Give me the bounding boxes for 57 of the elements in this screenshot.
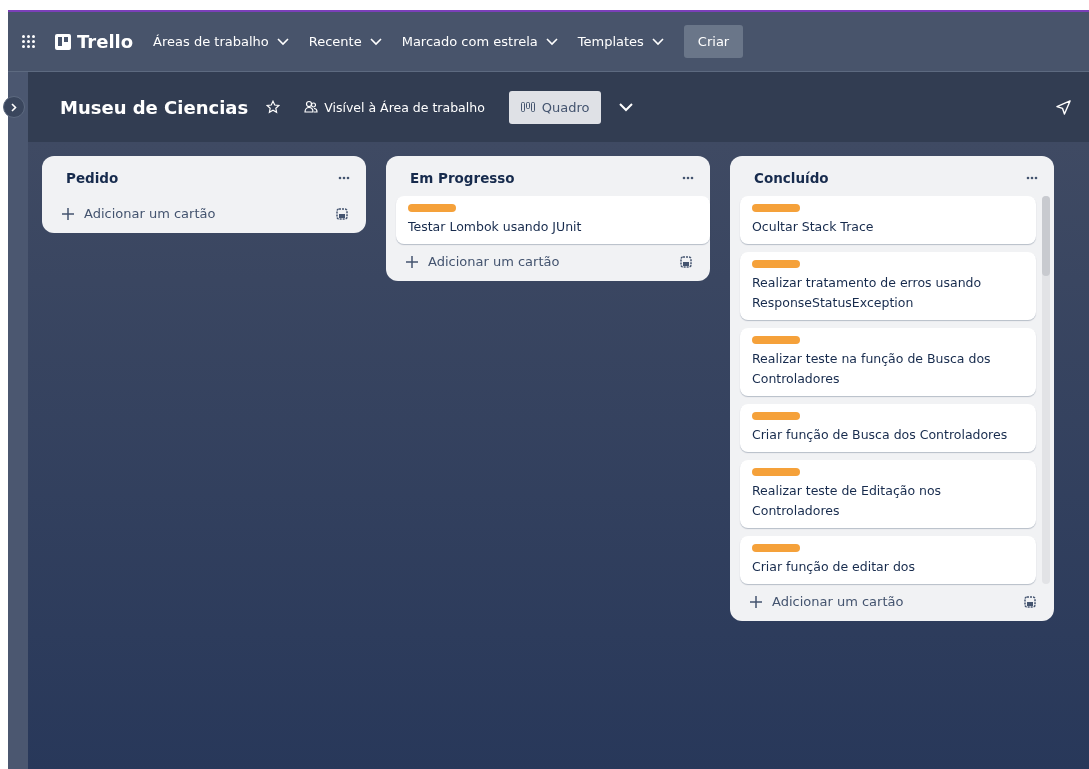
card-title: Realizar tratamento de erros usando ResponseStatusException	[752, 274, 983, 312]
plus-icon	[406, 255, 418, 268]
task-card[interactable]: Testar Lombok usando JUnit	[396, 196, 710, 244]
nav-menu[interactable]: Marcado com estrela	[401, 34, 558, 49]
nav-menu[interactable]: Recente	[308, 34, 382, 49]
card-label	[752, 336, 800, 344]
card-title: Ocultar Stack Trace	[752, 218, 875, 236]
board-icon	[520, 102, 535, 112]
add-card-button[interactable]: Adicionar um cartão	[62, 206, 216, 221]
card-title: Realizar teste de Editação nos Controladores	[752, 482, 943, 520]
board-title[interactable]: Museu de Ciencias	[60, 96, 249, 118]
card-label	[408, 204, 456, 212]
card-label	[752, 260, 800, 268]
create-button[interactable]: Criar	[683, 25, 744, 58]
chevron-down-icon	[369, 37, 382, 46]
card-template-icon[interactable]	[680, 255, 692, 268]
expand-sidebar-icon[interactable]	[3, 96, 25, 118]
chevron-down-icon	[545, 37, 558, 46]
plus-icon	[750, 595, 762, 608]
add-card-button[interactable]: Adicionar um cartão	[750, 594, 904, 609]
card-template-icon[interactable]	[1024, 595, 1036, 608]
list-title[interactable]: Concluído	[754, 170, 829, 186]
task-card[interactable]: Realizar teste de Editação nos Controladores	[740, 460, 1036, 528]
card-title: Criar função de Busca dos Controladores	[752, 426, 1009, 444]
more-options-icon[interactable]	[682, 176, 694, 180]
card-title: Realizar teste na função de Busca dos Controladores	[752, 350, 992, 388]
card-label	[752, 468, 800, 476]
plus-icon	[62, 207, 74, 220]
task-card[interactable]: Realizar teste na função de Busca dos Controladores	[740, 328, 1036, 396]
task-card[interactable]: Ocultar Stack Trace	[740, 196, 1036, 244]
add-card-button[interactable]: Adicionar um cartão	[406, 254, 560, 269]
star-icon[interactable]	[266, 100, 281, 114]
visibility-button[interactable]: Visível à Área de trabalho	[298, 98, 491, 116]
task-card[interactable]: Realizar tratamento de erros usando ResponseStatusException	[740, 252, 1036, 320]
card-label	[752, 544, 800, 552]
trello-logo-icon	[55, 33, 71, 50]
card-label	[752, 412, 800, 420]
nav-menu[interactable]: Áreas de trabalho	[153, 34, 289, 49]
more-options-icon[interactable]	[1026, 176, 1038, 180]
task-card[interactable]: Criar função de Busca dos Controladores	[740, 404, 1036, 452]
list-title[interactable]: Em Progresso	[410, 170, 515, 186]
more-options-icon[interactable]	[338, 176, 350, 180]
app-grid-icon[interactable]	[22, 35, 35, 48]
card-template-icon[interactable]	[336, 207, 348, 220]
people-icon	[304, 100, 319, 114]
scrollbar[interactable]	[1042, 196, 1050, 584]
card-title: Testar Lombok usando JUnit	[408, 218, 583, 236]
card-title: Criar função de editar dos	[752, 558, 916, 576]
chevron-down-icon	[651, 37, 664, 46]
nav-menu[interactable]: Templates	[577, 34, 664, 49]
board-view-button[interactable]: Quadro	[508, 90, 602, 124]
list-title[interactable]: Pedido	[66, 170, 119, 186]
chevron-down-icon[interactable]	[619, 102, 634, 112]
task-card[interactable]: Criar função de editar dos	[740, 536, 1036, 584]
trello-logo-text[interactable]: Trello	[77, 31, 134, 52]
chevron-down-icon	[276, 37, 289, 46]
card-label	[752, 204, 800, 212]
